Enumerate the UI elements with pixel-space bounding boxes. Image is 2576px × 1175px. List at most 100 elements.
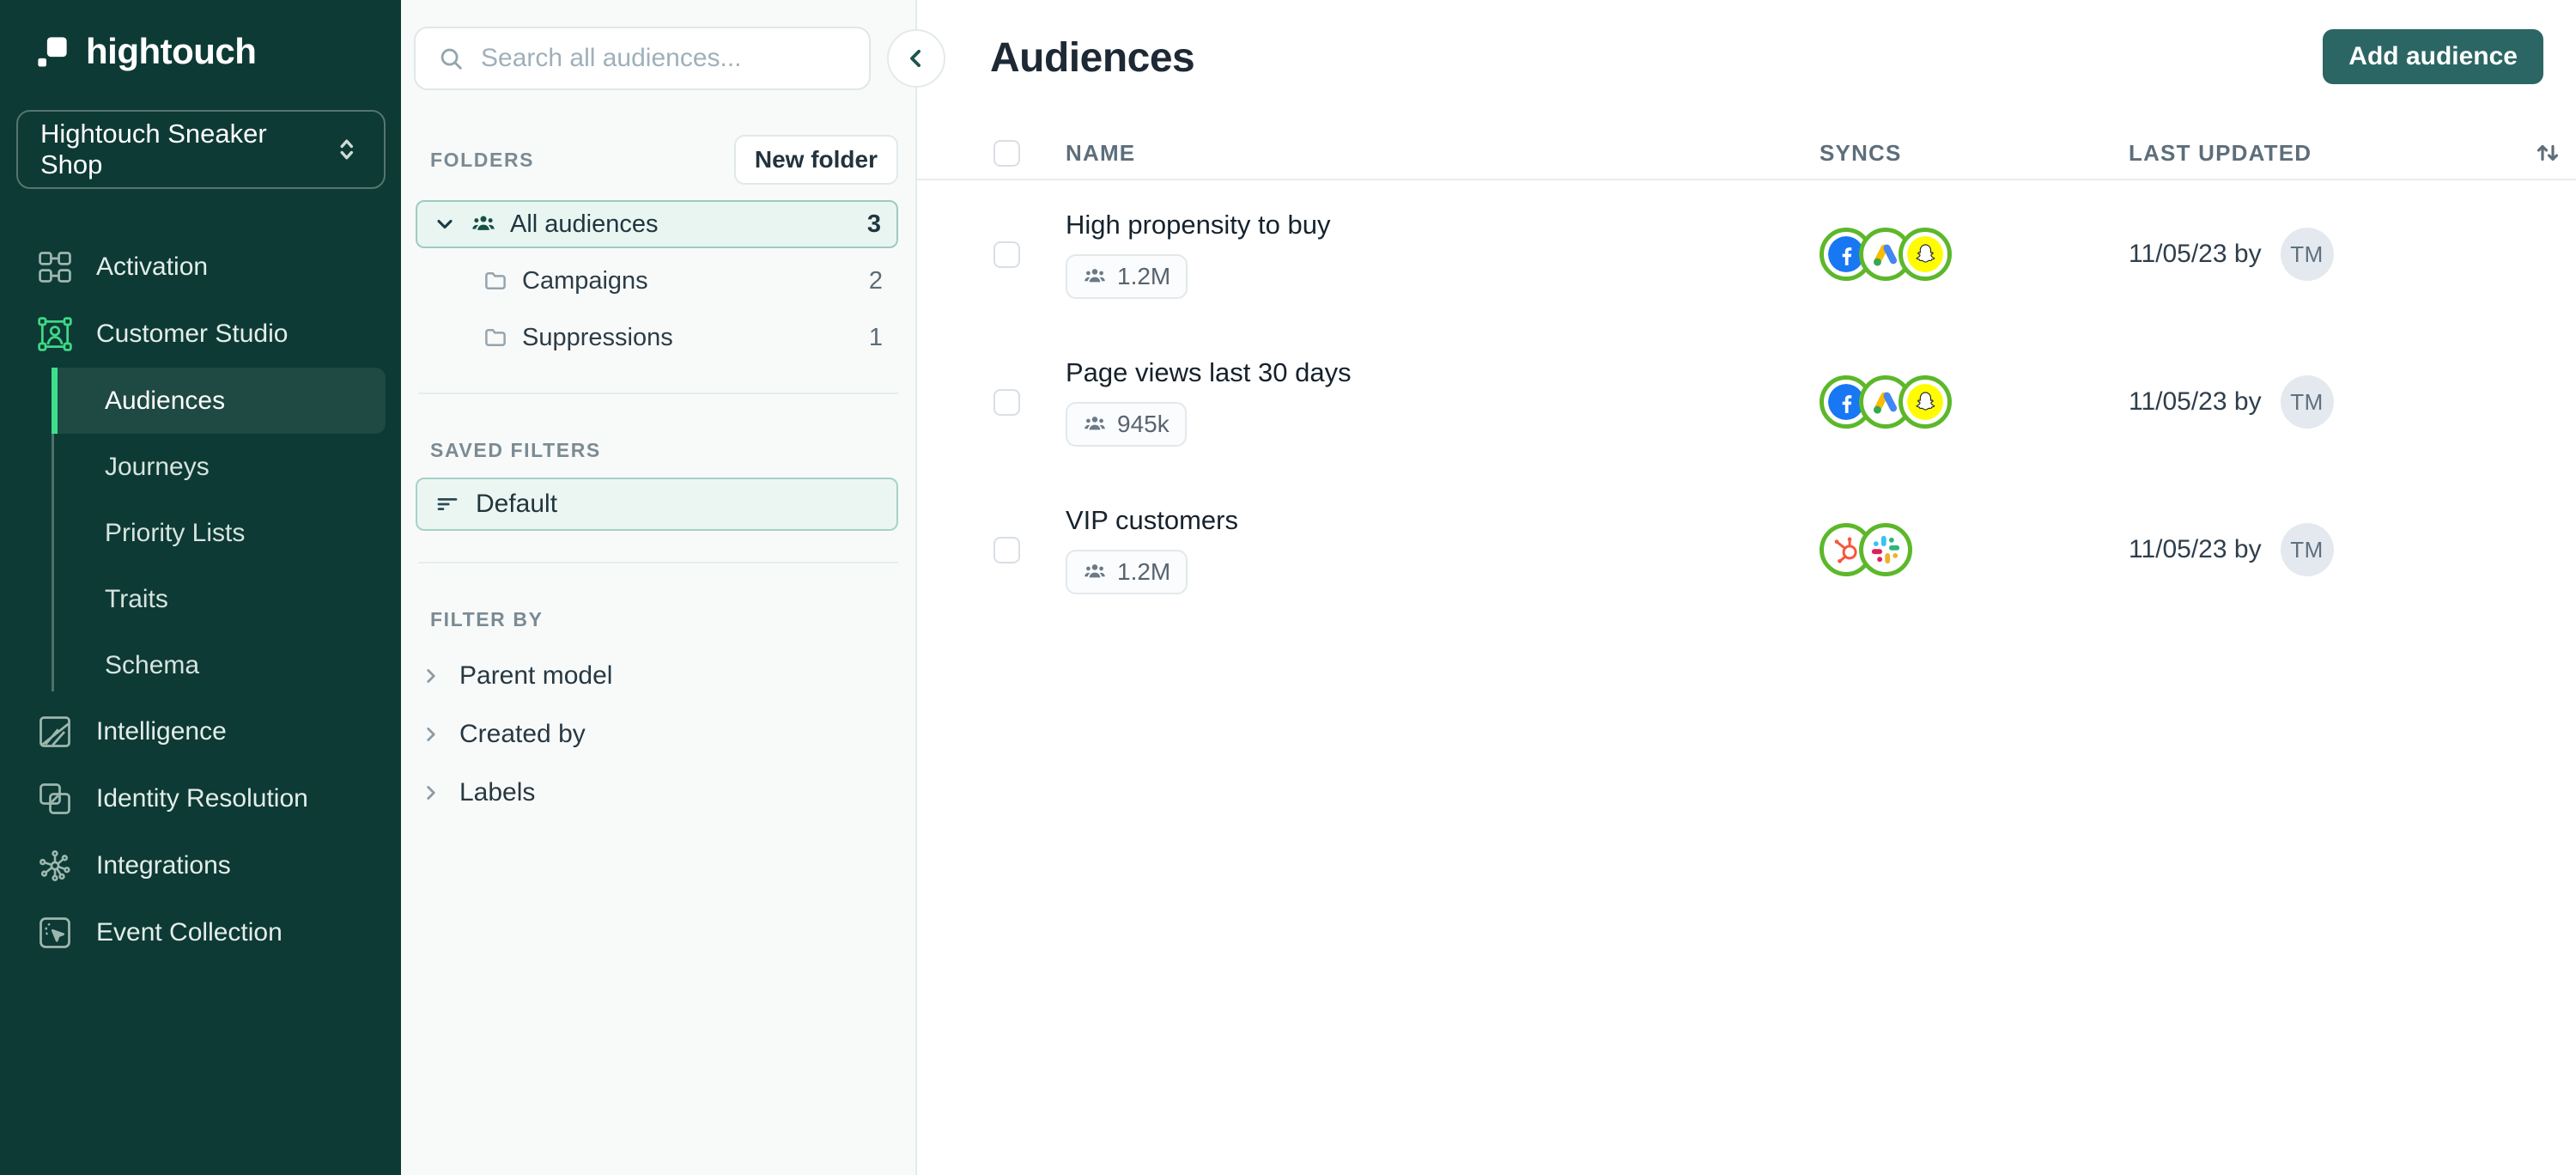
filter-created-by[interactable]: Created by [420,705,915,764]
sidebar-item-label: Event Collection [96,918,283,947]
audience-name-cell: High propensity to buy 1.2M [1066,210,1820,299]
identity-resolution-icon [39,783,70,814]
sidebar-item-identity-resolution[interactable]: Identity Resolution [0,765,401,832]
sidebar: hightouch Hightouch Sneaker Shop Activat… [0,0,401,1175]
audience-name[interactable]: High propensity to buy [1066,210,1820,240]
filter-label: Labels [459,778,536,807]
saved-filter-name: Default [476,490,558,518]
saved-filters-label: SAVED FILTERS [430,439,601,461]
collapse-panel-button[interactable] [887,29,945,88]
sidebar-item-label: Intelligence [96,717,227,746]
avatar: TM [2280,375,2334,429]
audience-size-badge: 945k [1066,402,1187,447]
filter-labels[interactable]: Labels [420,764,915,822]
sidebar-item-integrations[interactable]: Integrations [0,832,401,899]
folder-icon [485,272,506,289]
slack-icon [1868,532,1904,568]
audience-size: 1.2M [1117,558,1171,585]
snapchat-sync-badge[interactable] [1899,375,1952,429]
search-box [414,27,871,90]
sidebar-item-label: Identity Resolution [96,784,308,813]
subnav-label: Journeys [105,452,210,481]
intelligence-icon [39,716,70,747]
subnav-label: Schema [105,650,200,679]
sidebar-item-traits[interactable]: Traits [52,566,386,632]
last-updated-text: 11/05/23 by [2129,387,2262,416]
sidebar-item-schema[interactable]: Schema [52,632,386,698]
workspace-selector[interactable]: Hightouch Sneaker Shop [16,110,386,189]
sort-icon[interactable] [2532,137,2563,168]
sidebar-item-audiences[interactable]: Audiences [52,368,386,434]
table-row: Page views last 30 days 945k 11/05/23 by… [917,328,2576,476]
workspace-name: Hightouch Sneaker Shop [40,119,267,180]
sidebar-item-activation[interactable]: Activation [0,234,401,301]
sidebar-item-event-collection[interactable]: Event Collection [0,899,401,966]
audience-name-cell: Page views last 30 days 945k [1066,357,1820,447]
folder-count: 1 [868,323,883,351]
folder-icon [485,329,506,346]
audience-people-icon [1084,417,1105,430]
audience-people-icon [472,216,495,230]
filter-by-header: FILTER BY [430,608,898,631]
customer-studio-icon [38,317,72,351]
sidebar-item-label: Activation [96,253,209,281]
sidebar-item-priority-lists[interactable]: Priority Lists [52,500,386,566]
table-row: VIP customers 1.2M 11/05/23 by TM [917,476,2576,624]
event-collection-icon [39,917,70,948]
row-checkbox[interactable] [993,536,1020,563]
audience-name[interactable]: VIP customers [1066,505,1820,536]
integrations-icon [39,850,70,881]
table-header: NAME SYNCS LAST UPDATED [917,127,2576,180]
syncs-cell [1820,523,2129,576]
audience-filter-panel: FOLDERS New folder All audiences 3 Campa… [401,0,945,1175]
activation-icon [39,252,71,283]
slack-sync-badge[interactable] [1859,523,1912,576]
customer-studio-subnav: Audiences Journeys Priority Lists Traits… [52,368,401,698]
page-header: Audiences Add audience [917,29,2576,84]
audience-name[interactable]: Page views last 30 days [1066,357,1820,388]
audience-size-badge: 1.2M [1066,254,1188,299]
add-audience-button[interactable]: Add audience [2323,29,2543,84]
sidebar-item-label: Integrations [96,851,231,880]
folder-count: 3 [866,210,881,238]
filter-by-label: FILTER BY [430,608,544,630]
folders-label: FOLDERS [430,148,535,171]
saved-filters-header: SAVED FILTERS [430,439,898,462]
snapchat-icon [1907,236,1943,272]
logo-text: hightouch [86,31,257,71]
sidebar-item-journeys[interactable]: Journeys [52,434,386,500]
chevron-down-icon [437,219,453,229]
select-all-checkbox[interactable] [993,139,1020,167]
folder-label: Campaigns [522,266,648,295]
column-header-last-updated: LAST UPDATED [2129,139,2312,166]
search-icon [440,48,462,70]
sidebar-item-customer-studio[interactable]: Customer Studio [0,301,401,368]
search-input[interactable] [481,44,848,73]
new-folder-button[interactable]: New folder [733,135,898,185]
chevron-right-icon [427,669,435,683]
folder-suppressions[interactable]: Suppressions 1 [416,314,898,362]
chevron-right-icon [427,728,435,741]
folder-campaigns[interactable]: Campaigns 2 [416,257,898,305]
syncs-cell [1820,228,2129,281]
sidebar-item-label: Customer Studio [96,320,289,348]
last-updated-cell: 11/05/23 by TM [2129,375,2508,429]
hightouch-logo-icon [38,37,67,67]
panel-divider [418,393,898,394]
snapchat-sync-badge[interactable] [1899,228,1952,281]
folder-all-audiences[interactable]: All audiences 3 [416,200,898,248]
subnav-label: Audiences [105,386,226,415]
table-row: High propensity to buy 1.2M 11/05/23 by … [917,180,2576,328]
row-checkbox[interactable] [993,388,1020,416]
last-updated-text: 11/05/23 by [2129,535,2262,563]
saved-filter-default[interactable]: Default [416,478,898,531]
filter-parent-model[interactable]: Parent model [420,647,915,705]
main-content: Audiences Add audience NAME SYNCS LAST U… [917,0,2576,1175]
chevron-left-icon [910,50,920,67]
avatar: TM [2280,523,2334,576]
filter-lines-icon [437,498,458,510]
avatar: TM [2280,228,2334,281]
syncs-cell [1820,375,2129,429]
sidebar-item-intelligence[interactable]: Intelligence [0,698,401,765]
row-checkbox[interactable] [993,240,1020,268]
